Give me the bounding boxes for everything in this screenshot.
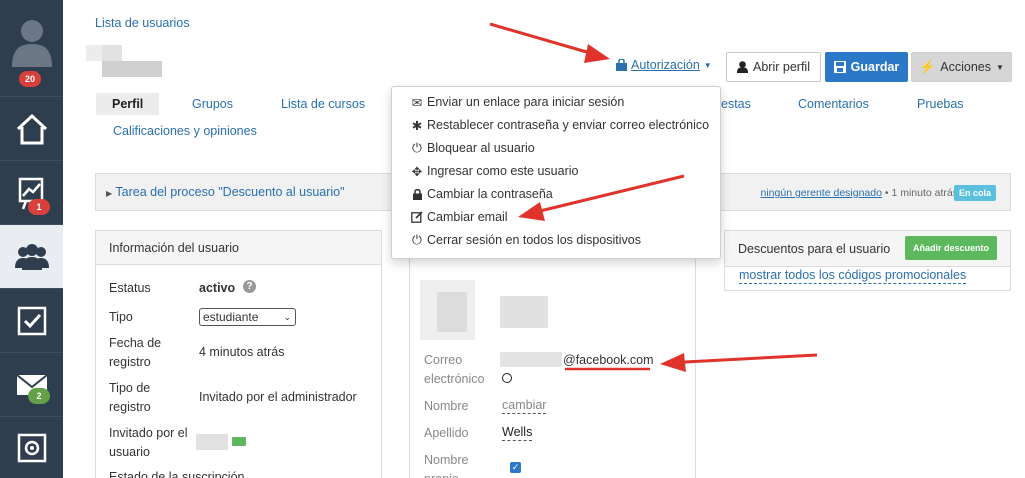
move-icon: ✥	[411, 164, 423, 179]
tab-ratings[interactable]: Calificaciones y opiniones	[113, 124, 257, 138]
email-domain: @facebook.com	[563, 353, 654, 367]
status-badge: En cola	[953, 185, 996, 201]
own-name-label: propio	[424, 470, 459, 478]
tab-profile[interactable]: Perfil	[96, 93, 160, 115]
power-icon: ⏻	[412, 232, 422, 247]
authorization-menu: ✉ Enviar un enlace para iniciar sesión ✱…	[391, 86, 721, 259]
last-name-label: Apellido	[424, 426, 469, 440]
users-group-icon	[14, 243, 49, 270]
own-name-checkbox[interactable]: ✓	[510, 462, 521, 473]
sidebar-item-messages[interactable]: 2	[0, 353, 63, 417]
notifications-badge: 20	[19, 71, 41, 87]
blurred-name	[86, 45, 102, 61]
status-label: Estatus	[109, 281, 151, 295]
add-discount-button[interactable]: Añadir descuento	[905, 236, 997, 260]
help-icon[interactable]: ?	[243, 280, 256, 293]
sidebar-item-profile[interactable]: 20	[0, 0, 63, 97]
chevron-down-icon: ⌄	[283, 311, 291, 322]
asterisk-icon: ✱	[411, 118, 423, 133]
floppy-icon	[833, 61, 846, 73]
menu-item-change-email[interactable]: Cambiar email	[410, 207, 508, 227]
sidebar-item-home[interactable]	[0, 97, 63, 161]
sidebar-item-reports[interactable]: 1	[0, 161, 63, 225]
menu-item-send-login-link[interactable]: ✉ Enviar un enlace para iniciar sesión	[410, 92, 625, 112]
reg-type-label: Tipo de	[109, 381, 151, 395]
checkbox-icon	[17, 306, 46, 335]
blurred-name	[102, 45, 122, 61]
reg-date-label: Fecha de	[109, 336, 162, 350]
sidebar-item-tasks[interactable]	[0, 289, 63, 353]
caret-right-icon: ▶	[106, 189, 113, 198]
menu-item-change-password[interactable]: Cambiar la contraseña	[410, 184, 553, 204]
reg-type-label: registro	[109, 400, 151, 414]
last-name-editable[interactable]: Wells	[502, 424, 533, 441]
save-label: Guardar	[850, 60, 900, 74]
tasks-badge: 1	[28, 199, 50, 215]
safe-gear-icon	[17, 433, 46, 462]
home-icon	[16, 113, 47, 144]
user-icon	[737, 61, 749, 73]
menu-item-block-user[interactable]: ⏻ Bloquear al usuario	[410, 138, 535, 158]
money-icon	[232, 437, 246, 446]
tab-groups[interactable]: Grupos	[192, 97, 233, 111]
open-profile-button[interactable]: Abrir perfil	[726, 52, 821, 82]
type-select[interactable]: estudiante ⌄	[199, 308, 296, 326]
tab-course-list[interactable]: Lista de cursos	[281, 97, 365, 111]
breadcrumb-user-list[interactable]: Lista de usuarios	[95, 16, 190, 30]
power-icon: ⏻	[412, 140, 422, 155]
messages-badge: 2	[28, 388, 50, 404]
bolt-icon: ⚡	[919, 59, 936, 74]
lock-icon	[410, 188, 424, 200]
reg-type-value: Invitado por el administrador	[199, 390, 357, 404]
status-value: activo	[199, 281, 236, 295]
save-button[interactable]: Guardar	[825, 52, 908, 82]
open-profile-label: Abrir perfil	[753, 60, 810, 74]
blurred-photo	[437, 292, 467, 332]
process-task-title[interactable]: ▶ Tarea del proceso "Descuento al usuari…	[106, 185, 345, 199]
blurred-name	[102, 61, 162, 77]
authorization-dropdown-toggle[interactable]: Autorización ▼	[616, 58, 712, 72]
email-label: electrónico	[424, 372, 485, 386]
menu-item-login-as-user[interactable]: ✥ Ingresar como este usuario	[410, 161, 579, 181]
sidebar-item-users[interactable]	[0, 225, 63, 289]
own-name-label: Nombre	[424, 453, 469, 467]
blurred-email-user	[500, 352, 562, 367]
caret-down-icon: ▼	[703, 60, 712, 70]
show-all-promo-codes-link[interactable]: mostrar todos los códigos promocionales	[739, 268, 967, 284]
process-time: • 1 minuto atrás	[884, 187, 958, 199]
sidebar: 20 1 2	[0, 0, 63, 478]
briefcase-lock-icon	[616, 59, 627, 71]
authorization-label: Autorización	[631, 58, 700, 72]
tab-tests[interactable]: Pruebas	[917, 97, 964, 111]
blurred-inviter	[196, 434, 228, 450]
actions-dropdown-button[interactable]: ⚡ Acciones ▼	[911, 52, 1012, 82]
sidebar-item-settings[interactable]	[0, 417, 63, 478]
process-meta: ningún gerente designado • 1 minuto atrá…	[761, 187, 959, 199]
actions-label: Acciones	[940, 60, 991, 74]
tab-surveys[interactable]: estas	[721, 97, 751, 111]
invited-by-label: usuario	[109, 445, 150, 459]
envelope-icon: ✉	[411, 95, 423, 110]
tab-comments[interactable]: Comentarios	[798, 97, 869, 111]
edit-icon	[410, 211, 424, 223]
user-info-title: Información del usuario	[96, 231, 381, 265]
manager-link[interactable]: ningún gerente designado	[761, 187, 882, 199]
first-name-editable[interactable]: cambiar	[502, 397, 547, 414]
circle-status-icon	[502, 373, 512, 383]
menu-item-logout-all-devices[interactable]: ⏻ Cerrar sesión en todos los dispositivo…	[410, 230, 641, 250]
menu-item-reset-password[interactable]: ✱ Restablecer contraseña y enviar correo…	[410, 115, 709, 135]
user-avatar-icon	[11, 20, 52, 67]
invited-by-label: Invitado por el	[109, 426, 188, 440]
first-name-label: Nombre	[424, 399, 469, 413]
email-label: Correo	[424, 353, 463, 367]
blurred-avatar	[500, 296, 548, 328]
subscription-label: Estado de la suscripción	[109, 470, 245, 478]
reg-date-value: 4 minutos atrás	[199, 345, 285, 359]
reg-date-label: registro	[109, 355, 151, 369]
caret-down-icon: ▼	[996, 62, 1004, 72]
type-label: Tipo	[109, 310, 133, 324]
annotation-arrow	[489, 22, 610, 63]
